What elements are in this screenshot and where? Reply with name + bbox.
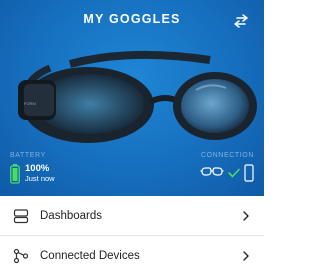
goggles-icon [200, 167, 224, 176]
menu-item-label: Connected Devices [40, 249, 140, 262]
swap-arrows-icon[interactable] [232, 12, 250, 30]
battery-updated-time: Just now [25, 174, 55, 183]
connection-status: CONNECTION [200, 152, 254, 182]
battery-label: BATTERY [10, 152, 46, 159]
check-icon [228, 168, 240, 178]
menu-list: Dashboards Connected Devices [0, 196, 264, 270]
connected-nodes-icon [13, 248, 29, 263]
battery-percent: 100% [25, 163, 50, 174]
chevron-right-icon [243, 210, 249, 221]
connection-label: CONNECTION [200, 152, 254, 159]
chevron-right-icon [243, 250, 249, 261]
goggles-image: FORM [18, 50, 257, 143]
goggles-hero-panel: MY GOGGLES FORM BATTERY 100% Just now CO… [0, 0, 264, 196]
battery-icon [10, 163, 20, 184]
menu-item-connected-devices[interactable]: Connected Devices [0, 236, 264, 270]
dashboard-cards-icon [13, 208, 29, 223]
menu-item-dashboards[interactable]: Dashboards [0, 196, 264, 236]
page-title: MY GOGGLES [83, 12, 181, 26]
menu-item-label: Dashboards [40, 209, 103, 222]
svg-text:FORM: FORM [24, 101, 36, 106]
battery-status: BATTERY 100% Just now [10, 152, 55, 184]
phone-icon [244, 164, 254, 182]
